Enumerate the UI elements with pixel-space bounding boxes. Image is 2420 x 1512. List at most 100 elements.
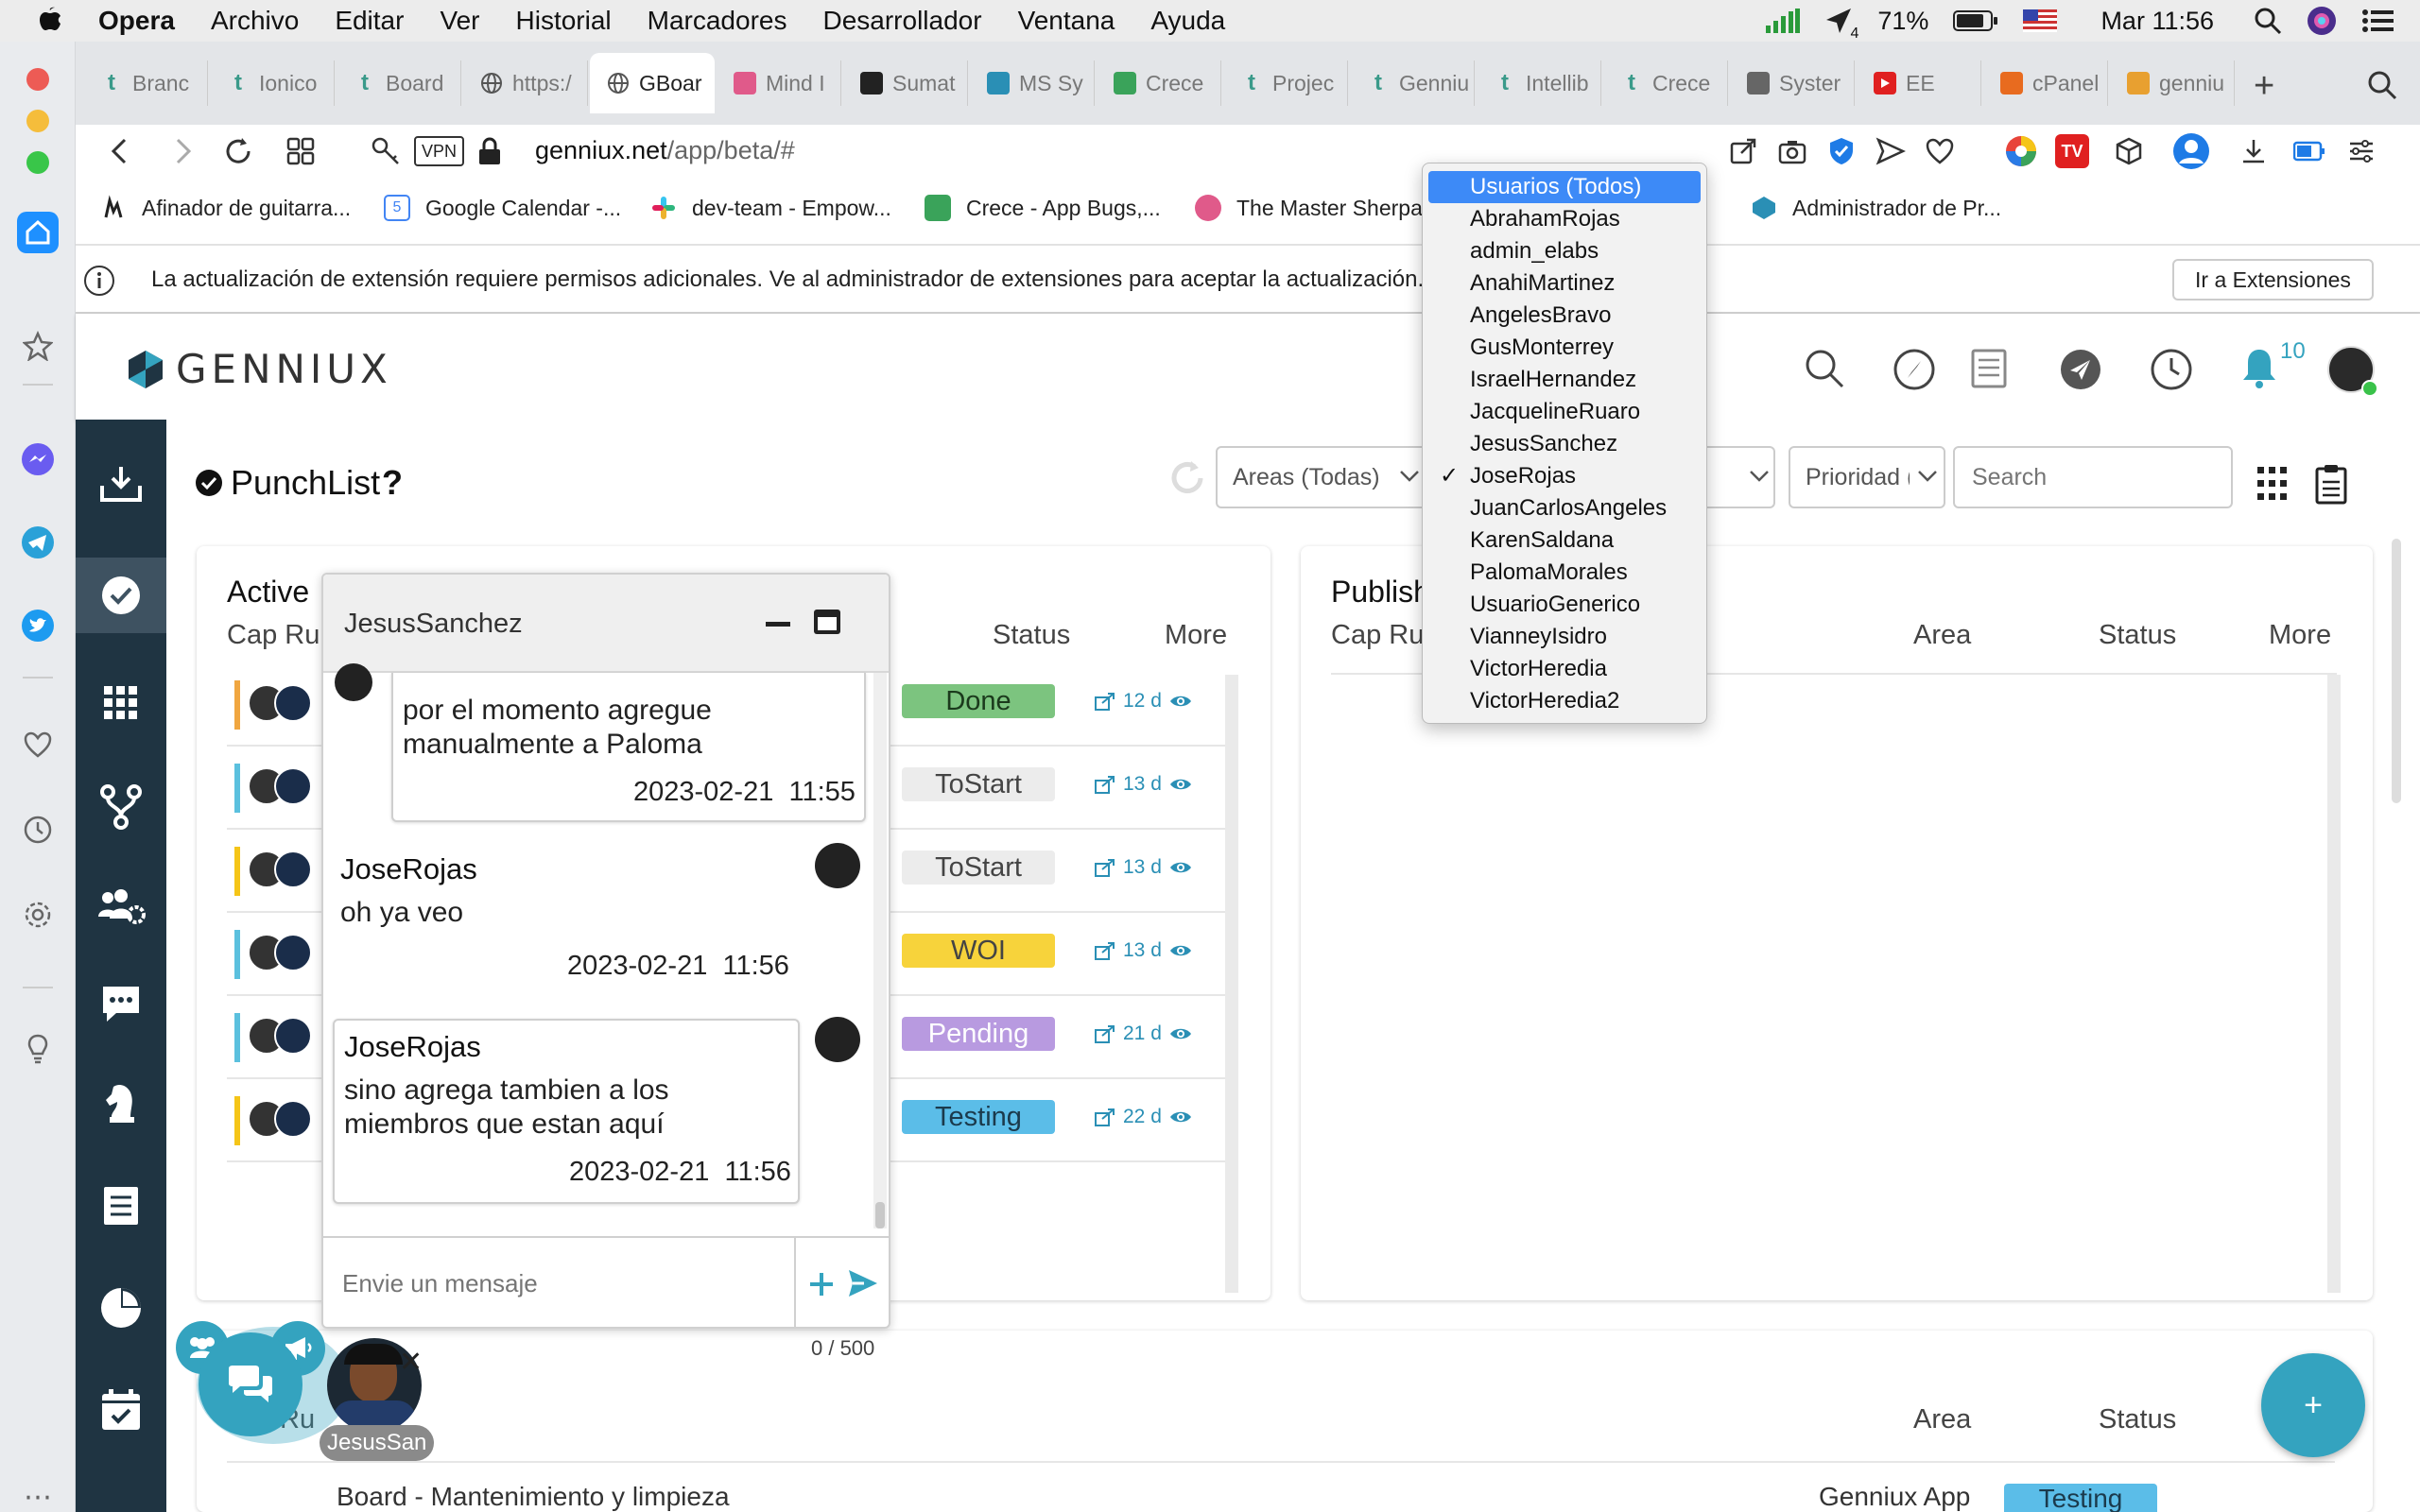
bookmark-item[interactable]: 5 Google Calendar -...	[384, 195, 621, 221]
grid-view-icon[interactable]	[2257, 467, 2288, 501]
dropdown-option[interactable]: JesusSanchez	[1428, 428, 1701, 460]
add-fab-button[interactable]: +	[2261, 1353, 2365, 1457]
maximize-chat-icon[interactable]	[813, 609, 841, 635]
forward-icon[interactable]	[166, 136, 197, 166]
battery-saver-icon[interactable]	[2293, 140, 2325, 163]
menu-ayuda[interactable]: Ayuda	[1150, 6, 1225, 36]
dropdown-option[interactable]: JacquelineRuaro	[1428, 396, 1701, 428]
key-icon[interactable]	[371, 136, 401, 166]
dropdown-option[interactable]: AbrahamRojas	[1428, 203, 1701, 235]
camera-icon[interactable]	[1777, 136, 1807, 166]
color-wheel-icon[interactable]	[2004, 134, 2038, 168]
signal-icon[interactable]	[1766, 9, 1801, 33]
chat-message-input[interactable]	[331, 1244, 794, 1323]
eye-icon[interactable]	[1169, 943, 1192, 958]
nav-apps[interactable]	[76, 665, 166, 741]
location-icon[interactable]: 4	[1824, 7, 1858, 42]
nav-strategy[interactable]	[76, 1066, 166, 1142]
nav-branches[interactable]	[76, 769, 166, 845]
tab-10[interactable]: t Genniu	[1350, 60, 1475, 106]
menu-archivo[interactable]: Archivo	[211, 6, 299, 36]
easy-setup-icon[interactable]	[2346, 136, 2377, 166]
eye-icon[interactable]	[1169, 1026, 1192, 1041]
nav-inbox[interactable]	[76, 446, 166, 522]
row-more[interactable]: 13 d	[1095, 773, 1192, 796]
back-icon[interactable]	[106, 136, 136, 166]
send-message-icon[interactable]	[847, 1268, 879, 1298]
help-button[interactable]: ?	[382, 463, 403, 503]
apple-icon[interactable]	[36, 6, 64, 36]
siri-icon[interactable]	[2307, 6, 2337, 36]
star-icon[interactable]	[17, 325, 59, 367]
active-scrollbar[interactable]	[1225, 675, 1238, 1293]
menu-historial[interactable]: Historial	[516, 6, 612, 36]
row-more[interactable]: 21 d	[1095, 1022, 1192, 1045]
us-flag-icon[interactable]	[2023, 9, 2058, 32]
document-icon[interactable]	[1970, 348, 2008, 389]
compass-icon[interactable]	[1893, 348, 1936, 391]
nav-analytics[interactable]	[76, 1270, 166, 1346]
share-icon[interactable]	[1095, 692, 1115, 711]
shield-icon[interactable]	[1826, 136, 1857, 166]
spotlight-search-icon[interactable]	[2254, 7, 2282, 35]
publish-scrollbar[interactable]	[2327, 675, 2341, 1293]
tab-3[interactable]: https:/	[463, 60, 588, 106]
send-icon[interactable]	[1876, 136, 1906, 166]
genniux-logo[interactable]: GENNIUX	[125, 346, 392, 392]
row-more[interactable]: 13 d	[1095, 939, 1192, 962]
clock-icon[interactable]	[2150, 348, 2193, 391]
menu-editar[interactable]: Editar	[335, 6, 404, 36]
bell-icon[interactable]	[2240, 346, 2278, 389]
search-icon[interactable]	[1804, 348, 1845, 389]
tab-11[interactable]: t Intellib	[1477, 60, 1601, 106]
window-minimize-button[interactable]	[26, 110, 49, 132]
tab-2[interactable]: t Board	[337, 60, 461, 106]
lightbulb-icon[interactable]	[17, 1028, 59, 1070]
close-bubble-icon[interactable]: ✕	[399, 1346, 423, 1379]
eye-icon[interactable]	[1169, 777, 1192, 792]
vpn-badge[interactable]: VPN	[414, 136, 465, 166]
tradingview-icon[interactable]: TV	[2055, 134, 2089, 168]
share-icon[interactable]	[1095, 941, 1115, 960]
dropdown-option[interactable]: admin_elabs	[1428, 235, 1701, 267]
add-attachment-icon[interactable]	[807, 1270, 836, 1298]
tab-5[interactable]: Mind I	[717, 60, 841, 106]
settings-gear-icon[interactable]	[17, 894, 59, 936]
tab-14[interactable]: EE	[1857, 60, 1981, 106]
bookmark-item[interactable]: dev-team - Empow...	[650, 195, 891, 221]
navigation-icon[interactable]	[2059, 348, 2102, 391]
menu-desarrollador[interactable]: Desarrollador	[822, 6, 981, 36]
tab-4[interactable]: GBoar	[590, 53, 715, 113]
window-close-button[interactable]	[26, 68, 49, 91]
tab-1[interactable]: t Ionico	[210, 60, 335, 106]
tab-16[interactable]: genniu	[2110, 60, 2235, 106]
control-center-icon[interactable]	[2361, 9, 2394, 33]
bookmark-item[interactable]: The Master Sherpa	[1195, 195, 1423, 221]
dropdown-option[interactable]: VianneyIsidro	[1428, 621, 1701, 653]
tab-6[interactable]: Sumat	[843, 60, 968, 106]
twitter-icon[interactable]	[17, 605, 59, 646]
page-scrollbar[interactable]	[2392, 539, 2401, 803]
chat-launcher-button[interactable]	[199, 1332, 302, 1436]
nav-calendar[interactable]	[76, 1372, 166, 1448]
menu-ver[interactable]: Ver	[440, 6, 479, 36]
eye-icon[interactable]	[1169, 860, 1192, 875]
new-tab-button[interactable]: +	[2254, 66, 2274, 107]
url-field[interactable]: genniux.net/app/beta/#	[535, 136, 795, 165]
share-icon[interactable]	[1095, 775, 1115, 794]
bookmark-item[interactable]: Crece - App Bugs,...	[925, 195, 1161, 221]
row-more[interactable]: 12 d	[1095, 690, 1192, 713]
tab-12[interactable]: t Crece	[1603, 60, 1728, 106]
go-to-extensions-button[interactable]: Ir a Extensiones	[2172, 259, 2374, 301]
areas-filter-select[interactable]: Areas (Todas)	[1216, 446, 1429, 508]
bookmark-item[interactable]: Afinador de guitarra...	[100, 195, 351, 221]
menu-marcadores[interactable]: Marcadores	[648, 6, 787, 36]
dropdown-option[interactable]: PalomaMorales	[1428, 557, 1701, 589]
menu-app-name[interactable]: Opera	[98, 6, 175, 36]
refresh-icon[interactable]	[1168, 459, 1206, 497]
dropdown-option[interactable]: VictorHeredia	[1428, 653, 1701, 685]
heart-icon[interactable]	[1925, 136, 1955, 166]
window-zoom-button[interactable]	[26, 151, 49, 174]
cube-icon[interactable]	[2114, 136, 2144, 166]
dropdown-option[interactable]: IsraelHernandez	[1428, 364, 1701, 396]
